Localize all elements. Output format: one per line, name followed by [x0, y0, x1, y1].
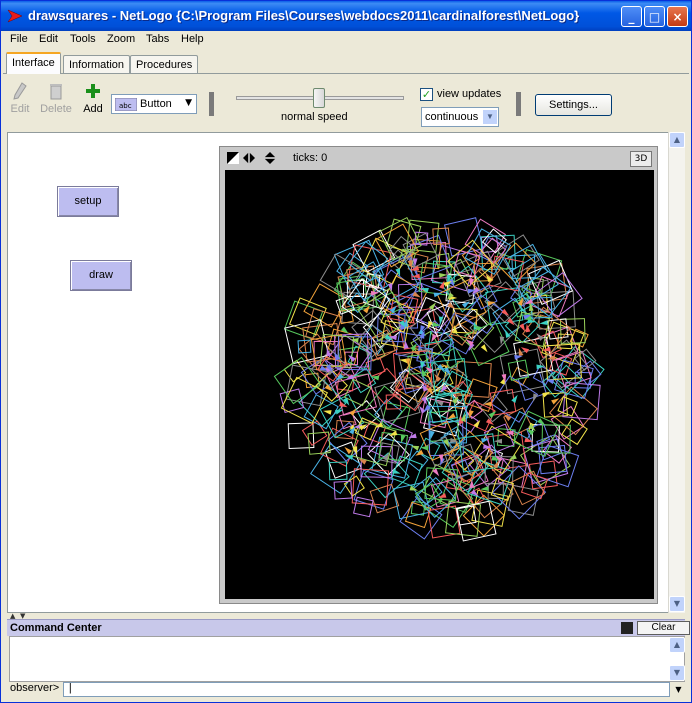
turtle-shape: [335, 409, 344, 415]
title-bar[interactable]: drawsquares - NetLogo {C:\Program Files\…: [1, 1, 691, 31]
drawn-square: [513, 410, 560, 457]
menu-edit[interactable]: Edit: [39, 33, 58, 45]
turtle-shape: [403, 340, 409, 349]
chevron-down-icon: ▼: [185, 98, 192, 108]
speed-label: normal speed: [281, 111, 348, 123]
add-label: Add: [83, 103, 103, 115]
expand-icon[interactable]: [621, 622, 633, 634]
interface-scrollbar[interactable]: ▲ ▼: [668, 132, 685, 613]
edit-label: Edit: [10, 103, 30, 115]
scroll-up-icon[interactable]: ▲: [669, 132, 685, 148]
observer-prompt[interactable]: observer>: [10, 682, 59, 694]
shape-size-icon[interactable]: [227, 152, 239, 164]
widget-type-value: Button: [140, 98, 172, 110]
turtle-shape: [524, 437, 533, 443]
update-mode-value: continuous: [425, 111, 479, 123]
toolbar-separator: [209, 92, 214, 116]
window-title: drawsquares - NetLogo {C:\Program Files\…: [28, 8, 580, 23]
pencil-icon: [13, 82, 27, 100]
setup-button[interactable]: setup: [57, 186, 119, 217]
view-header: ticks: 0 3D: [220, 147, 657, 170]
drawn-square: [427, 505, 461, 539]
speed-slider-thumb[interactable]: [313, 88, 325, 108]
close-button[interactable]: ×: [667, 6, 688, 27]
drawn-square: [519, 435, 571, 487]
update-mode-select[interactable]: continuous ▼: [421, 107, 499, 127]
turtle-shape: [536, 333, 544, 341]
drawn-square: [353, 496, 374, 518]
chevron-down-icon[interactable]: ▼: [482, 109, 498, 125]
trash-icon: [50, 84, 62, 100]
drawn-square: [451, 307, 495, 351]
turtle-shape: [514, 355, 523, 360]
menu-zoom[interactable]: Zoom: [107, 33, 135, 45]
clear-button[interactable]: Clear: [637, 621, 690, 635]
view-updates-checkbox[interactable]: ✓: [420, 88, 433, 101]
turtle-shape: [323, 410, 332, 415]
command-center-header: Command Center Clear: [7, 619, 690, 636]
tab-strip: Interface Information Procedures: [1, 52, 691, 74]
ticks-counter: ticks: 0: [293, 152, 328, 164]
history-dropdown-icon[interactable]: ▼: [671, 682, 686, 697]
turtle-shape: [400, 434, 406, 444]
widget-type-select[interactable]: abc Button ▼: [111, 94, 197, 114]
menu-file[interactable]: File: [10, 33, 28, 45]
turtle-shape: [408, 433, 417, 439]
drawn-square: [479, 394, 508, 423]
edit-tool[interactable]: Edit: [9, 82, 31, 115]
menu-tabs[interactable]: Tabs: [146, 33, 169, 45]
world-drawing: [273, 216, 605, 542]
vertical-arrows-icon[interactable]: [264, 152, 276, 164]
3d-view-button[interactable]: 3D: [630, 151, 652, 167]
drawn-square: [499, 348, 546, 395]
turtle-shape: [480, 486, 489, 491]
command-center-title: Command Center: [10, 622, 102, 634]
netlogo-logo-icon: [7, 9, 23, 23]
svg-text:abc: abc: [119, 102, 132, 110]
drawn-square: [406, 219, 440, 253]
netlogo-window: drawsquares - NetLogo {C:\Program Files\…: [0, 0, 692, 703]
turtle-shape: [539, 320, 548, 325]
scroll-down-icon[interactable]: ▼: [669, 596, 685, 612]
command-input-row: observer> | ▼: [7, 682, 685, 698]
turtle-shape: [344, 446, 352, 455]
menu-tools[interactable]: Tools: [70, 33, 96, 45]
plus-icon: [86, 84, 100, 98]
horizontal-arrows-icon[interactable]: [243, 152, 255, 164]
view-updates-label: view updates: [437, 88, 502, 100]
button-widget-icon: abc: [115, 98, 137, 111]
turtle-shape: [430, 430, 435, 440]
turtle-shape: [480, 344, 488, 353]
turtle-shape: [433, 292, 442, 298]
draw-button[interactable]: draw: [70, 260, 132, 291]
scroll-down-icon[interactable]: ▼: [669, 665, 685, 681]
add-tool[interactable]: Add: [81, 82, 105, 115]
toolbar-separator: [516, 92, 521, 116]
delete-tool[interactable]: Delete: [39, 82, 73, 115]
tab-information[interactable]: Information: [63, 55, 131, 74]
interface-toolbar: Edit Delete Add abc Button ▼ normal spee…: [3, 73, 689, 131]
turtle-shape: [511, 394, 518, 403]
command-center-output[interactable]: ▲ ▼: [9, 636, 685, 682]
turtle-shape: [439, 280, 445, 290]
drawn-square: [507, 484, 539, 516]
command-input[interactable]: |: [63, 682, 670, 697]
tab-procedures[interactable]: Procedures: [130, 55, 199, 74]
settings-button[interactable]: Settings...: [535, 94, 612, 116]
tab-interface[interactable]: Interface: [6, 52, 61, 74]
menu-bar: File Edit Tools Zoom Tabs Help: [1, 31, 691, 50]
drawn-square: [287, 422, 315, 449]
maximize-button[interactable]: □: [644, 6, 665, 27]
scroll-up-icon[interactable]: ▲: [669, 637, 685, 653]
turtle-shape: [392, 468, 401, 474]
menu-help[interactable]: Help: [181, 33, 204, 45]
delete-label: Delete: [40, 103, 72, 115]
minimize-button[interactable]: _: [621, 6, 642, 27]
world-view[interactable]: [225, 170, 654, 599]
